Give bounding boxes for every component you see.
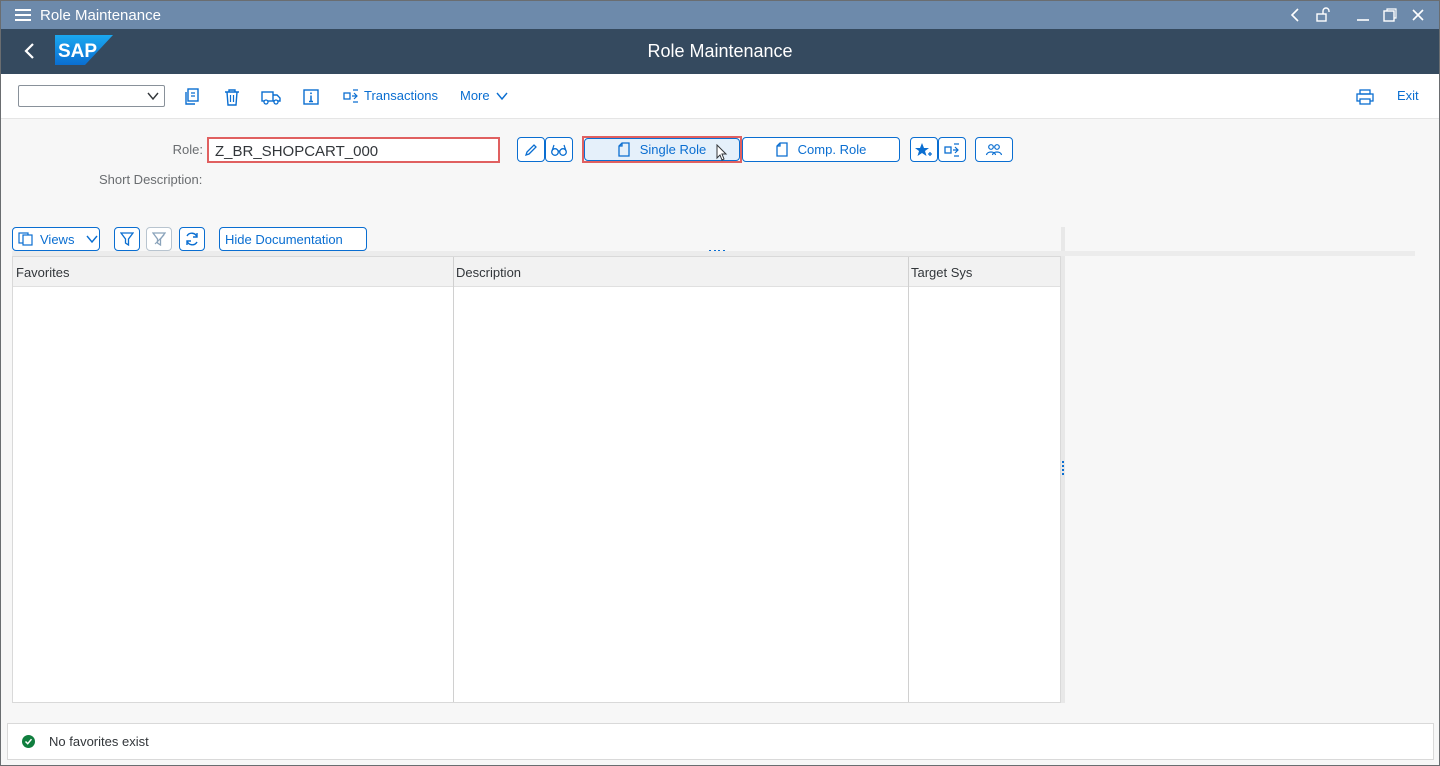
transaction-icon <box>944 142 959 157</box>
maximize-icon[interactable] <box>1379 1 1401 29</box>
close-icon[interactable] <box>1407 1 1429 29</box>
minimize-icon[interactable] <box>1352 1 1374 29</box>
more-button[interactable]: More <box>460 88 508 103</box>
filter-icon <box>120 232 134 246</box>
users-button[interactable] <box>975 137 1013 162</box>
refresh-button[interactable] <box>179 227 205 251</box>
column-header-target-sys[interactable]: Target Sys <box>911 265 972 280</box>
refresh-icon <box>186 232 198 246</box>
clear-filter-icon <box>152 232 166 246</box>
transport-icon[interactable] <box>261 87 281 107</box>
menu-icon[interactable] <box>15 6 31 24</box>
print-icon[interactable] <box>1355 87 1375 107</box>
window-title: Role Maintenance <box>40 6 161 24</box>
status-bar: No favorites exist <box>7 723 1434 760</box>
chevron-left-icon[interactable] <box>1284 1 1306 29</box>
hide-documentation-label: Hide Documentation <box>225 231 343 247</box>
role-label: Role: <box>172 142 203 157</box>
window-title-bar: Role Maintenance <box>1 1 1439 29</box>
vertical-splitter-handle[interactable] <box>1062 461 1064 475</box>
unlock-icon[interactable] <box>1312 1 1334 29</box>
views-icon <box>18 232 33 246</box>
transaction-link-button[interactable] <box>938 137 966 162</box>
status-message: No favorites exist <box>49 734 149 749</box>
views-label: Views <box>40 231 75 247</box>
role-value: Z_BR_SHOPCART_000 <box>215 143 379 160</box>
app-toolbar: Transactions More Exit <box>1 74 1439 119</box>
views-button[interactable]: Views <box>12 227 100 251</box>
documentation-pane <box>1065 256 1415 703</box>
document-icon <box>776 142 788 157</box>
add-favorite-button[interactable] <box>910 137 938 162</box>
hide-documentation-button[interactable]: Hide Documentation <box>219 227 367 251</box>
display-button[interactable] <box>545 137 573 162</box>
transaction-icon <box>343 88 358 103</box>
comp-role-button[interactable]: Comp. Role <box>742 137 900 162</box>
delete-icon[interactable] <box>222 87 242 107</box>
role-input[interactable]: Z_BR_SHOPCART_000 <box>207 137 500 163</box>
chevron-down-icon <box>496 92 508 100</box>
info-icon[interactable] <box>301 87 321 107</box>
exit-button[interactable]: Exit <box>1397 88 1419 103</box>
column-favorites: Favorites <box>13 257 454 702</box>
column-target-sys: Target Sys <box>909 257 1061 702</box>
transactions-label: Transactions <box>364 88 438 103</box>
comp-role-label: Comp. Role <box>797 142 867 157</box>
mouse-cursor-icon <box>716 144 728 161</box>
shell-header: SAP Role Maintenance <box>1 29 1439 74</box>
chevron-down-icon <box>147 92 159 101</box>
change-button[interactable] <box>517 137 545 162</box>
column-description: Description <box>454 257 909 702</box>
page-title: Role Maintenance <box>647 41 793 61</box>
copy-icon[interactable] <box>182 87 202 107</box>
short-description-label: Short Description: <box>99 172 203 187</box>
variant-select[interactable] <box>18 85 165 107</box>
glasses-icon <box>551 144 567 156</box>
chevron-down-icon <box>86 235 98 244</box>
transactions-button[interactable]: Transactions <box>343 88 438 103</box>
column-header-description[interactable]: Description <box>456 265 521 280</box>
success-icon <box>22 735 35 748</box>
column-header-favorites[interactable]: Favorites <box>16 265 69 280</box>
more-label: More <box>460 88 490 103</box>
clear-filter-button[interactable] <box>146 227 172 251</box>
users-icon <box>985 143 1003 155</box>
favorites-table: Favorites Description Target Sys <box>12 256 1061 703</box>
filter-button[interactable] <box>114 227 140 251</box>
star-add-icon <box>915 142 932 156</box>
pencil-icon <box>524 143 537 156</box>
exit-label: Exit <box>1397 88 1419 103</box>
